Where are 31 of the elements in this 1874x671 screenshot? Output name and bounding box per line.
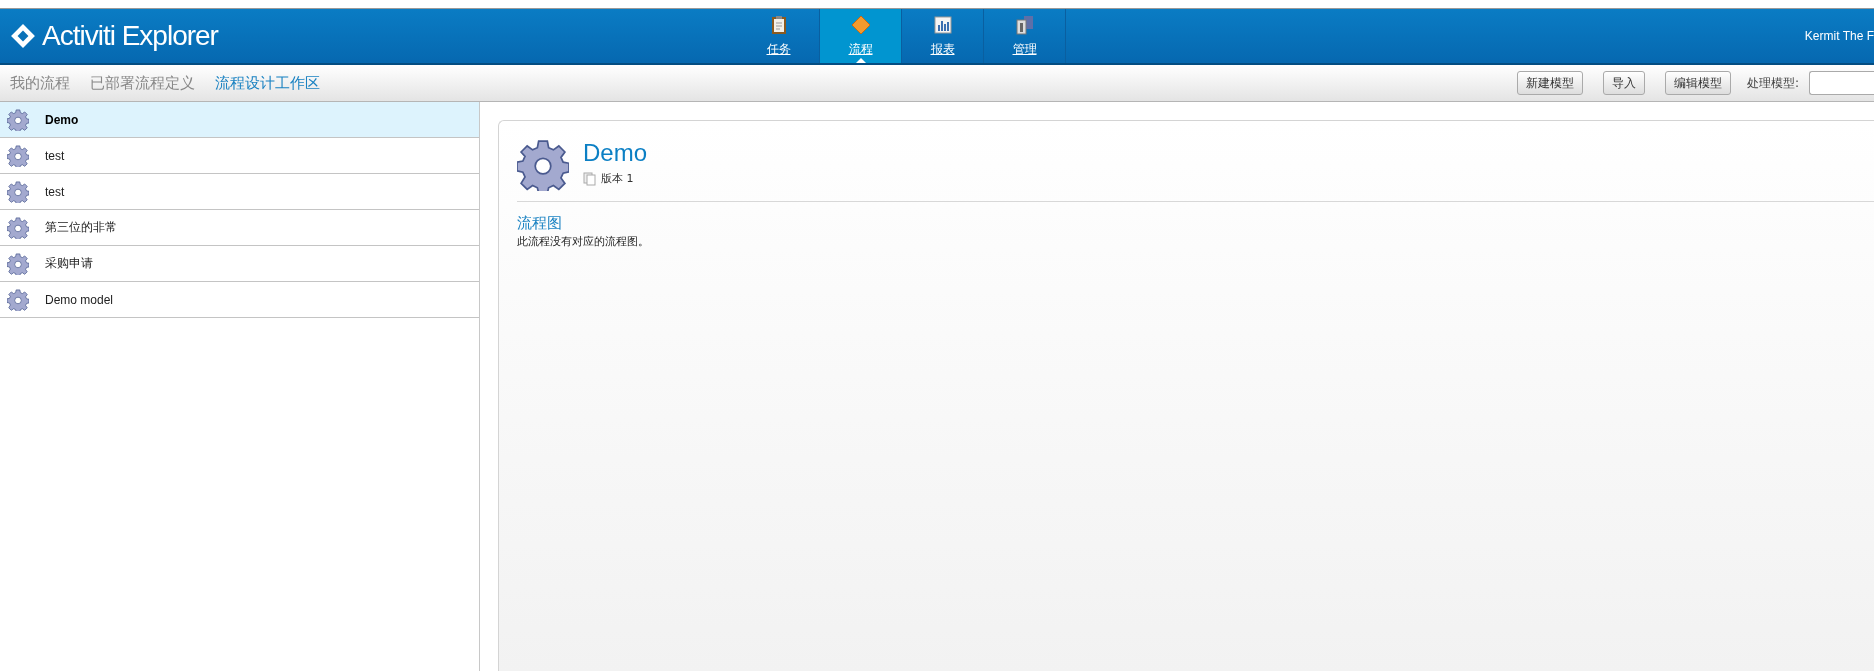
gear-icon: [7, 288, 29, 311]
field-label: 处理模型:: [1746, 74, 1799, 92]
model-list-item[interactable]: 第三位的非常: [0, 210, 479, 246]
nav-tab[interactable]: 报表: [902, 9, 984, 63]
gear-icon: [7, 180, 29, 203]
toolbar-button[interactable]: 编辑模型: [1664, 71, 1731, 95]
user-name[interactable]: Kermit The F: [1804, 29, 1874, 43]
server-icon: [1014, 14, 1035, 35]
chart-icon: [932, 14, 953, 35]
subnav-link[interactable]: 流程设计工作区: [207, 73, 328, 93]
model-input-field[interactable]: [1809, 71, 1874, 95]
toolbar-button[interactable]: 导入: [1602, 71, 1645, 95]
app-logo: Activiti Explorer: [10, 20, 218, 52]
model-list-item[interactable]: 采购申请: [0, 246, 479, 282]
diamond-icon: [850, 14, 871, 35]
gear-icon: [7, 216, 29, 239]
version-label: 版本 1: [601, 171, 634, 186]
gear-icon: [7, 108, 29, 131]
toolbar-button[interactable]: 新建模型: [1516, 71, 1583, 95]
copy-icon: [583, 171, 597, 186]
model-list-item[interactable]: Demo: [0, 102, 479, 138]
empty-message: 此流程没有对应的流程图。: [517, 234, 650, 249]
gear-icon: [7, 144, 29, 167]
section-title: 流程图: [517, 214, 563, 233]
gear-icon: [7, 252, 29, 275]
model-list-item[interactable]: test: [0, 138, 479, 174]
gear-icon: [517, 139, 569, 191]
model-list-item[interactable]: test: [0, 174, 479, 210]
model-title: Demo: [583, 139, 648, 167]
model-list-item[interactable]: Demo model: [0, 282, 479, 318]
nav-tab[interactable]: 管理: [984, 9, 1066, 63]
